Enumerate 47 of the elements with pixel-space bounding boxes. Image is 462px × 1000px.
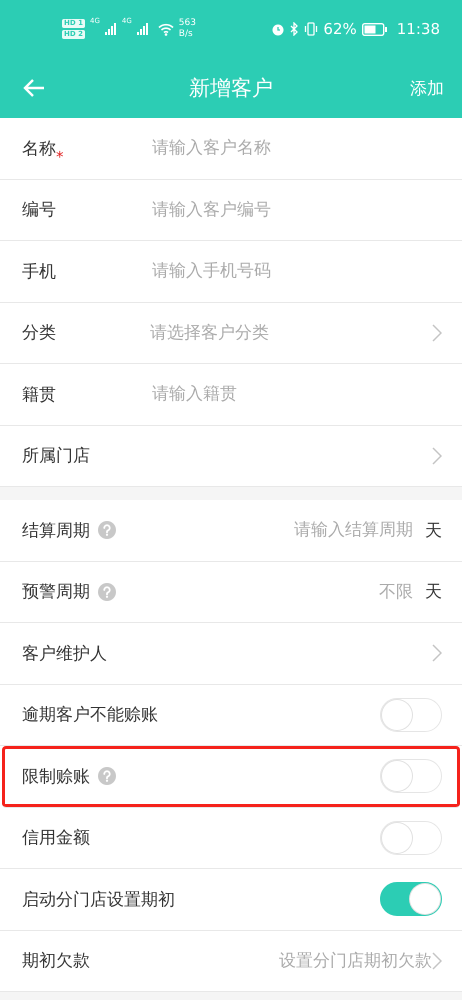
field-label: 所属门店	[22, 445, 90, 468]
field-label: 籍贯	[22, 384, 56, 406]
clock-time: 11:38	[396, 20, 440, 38]
text-input[interactable]: 请输入客户名称	[150, 137, 442, 160]
wifi-icon	[158, 22, 174, 36]
field-label: 期初欠款	[22, 950, 90, 972]
battery-percent: 62%	[323, 20, 357, 38]
vibrate-icon	[304, 22, 318, 36]
required-mark: *	[56, 148, 64, 166]
chevron-right-icon	[432, 952, 442, 970]
field-label: 逾期客户不能赊账	[22, 704, 158, 726]
signal-icon	[104, 23, 117, 35]
field-label: 客户维护人	[22, 642, 107, 665]
toggle-switch[interactable]	[380, 882, 442, 916]
text-input[interactable]: 请输入结算周期	[126, 519, 415, 542]
speed-unit: B/s	[178, 29, 194, 40]
field-label: 结算周期	[22, 520, 90, 542]
back-button[interactable]	[22, 78, 46, 98]
field-label: 手机	[22, 260, 56, 283]
bluetooth-icon	[290, 22, 300, 36]
help-icon	[98, 582, 116, 601]
chevron-right-icon	[432, 324, 442, 342]
help-icon	[98, 521, 116, 540]
field-label: 信用金额	[22, 827, 90, 850]
chevron-right-icon	[432, 644, 442, 662]
signal-icon	[136, 23, 149, 35]
field-label: 限制赊账	[22, 766, 90, 788]
field-label: 分类	[22, 322, 56, 344]
text-input[interactable]: 不限	[126, 580, 415, 603]
help-icon	[98, 767, 116, 786]
unit-label: 天	[425, 520, 442, 542]
text-input[interactable]: 请输入客户编号	[150, 198, 442, 221]
text-input[interactable]: 请输入籍贯	[150, 383, 442, 406]
battery-icon	[362, 22, 388, 36]
page-title: 新增客户	[189, 75, 273, 102]
field-label: 预警周期	[22, 581, 90, 604]
unit-label: 天	[425, 581, 442, 604]
select-placeholder[interactable]: 请选择客户分类	[150, 321, 432, 344]
chevron-right-icon	[432, 446, 442, 465]
network-speed: 563	[178, 18, 196, 29]
alarm-icon	[271, 22, 286, 36]
field-label: 名称	[22, 138, 56, 160]
field-label: 编号	[22, 199, 56, 222]
link-hint[interactable]: 设置分门店期初欠款	[90, 949, 432, 972]
field-label: 启动分门店设置期初	[22, 888, 175, 911]
text-input[interactable]: 请输入手机号码	[150, 260, 442, 282]
add-button[interactable]: 添加	[406, 72, 448, 104]
